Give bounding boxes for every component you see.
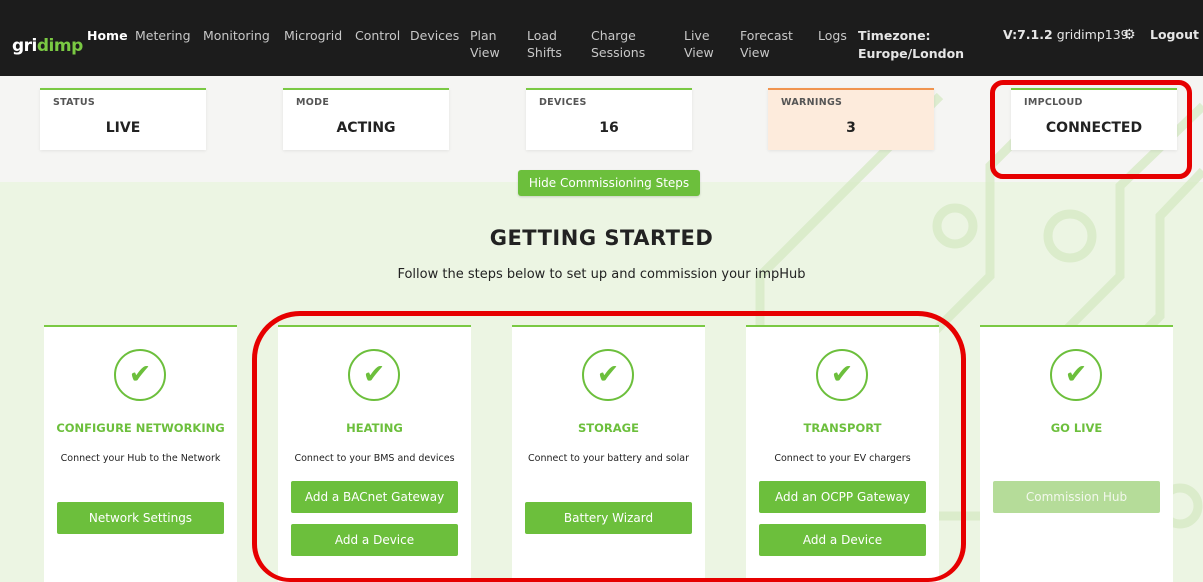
devices-card[interactable]: DEVICES 16 — [526, 88, 692, 150]
nav-devices[interactable]: Devices — [410, 27, 459, 44]
step-card-go-live: ✔ GO LIVE Commission Hub — [980, 325, 1173, 582]
nav-metering[interactable]: Metering — [135, 27, 191, 44]
username: gridimp139 — [1056, 27, 1129, 42]
step-title: CONFIGURE NETWORKING — [56, 421, 225, 435]
devices-label: DEVICES — [539, 97, 587, 108]
nav-home[interactable]: Home — [87, 27, 128, 44]
nav-microgrid[interactable]: Microgrid — [284, 27, 342, 44]
step-card-networking: ✔ CONFIGURE NETWORKING Connect your Hub … — [44, 325, 237, 582]
nav-logs[interactable]: Logs — [818, 27, 847, 44]
gridimp-logo[interactable]: gridimp — [12, 36, 83, 56]
nav-live-view[interactable]: Live View — [684, 27, 720, 61]
steps-highlight-outline — [252, 311, 966, 582]
timezone-display: Timezone: Europe/London — [858, 27, 964, 63]
warnings-card[interactable]: WARNINGS 3 — [768, 88, 934, 150]
nav-control[interactable]: Control — [355, 27, 400, 44]
mode-card: MODE ACTING — [283, 88, 449, 150]
nav-monitoring[interactable]: Monitoring — [203, 27, 270, 44]
top-navbar: gridimp Home Metering Monitoring Microgr… — [0, 0, 1203, 76]
status-label: STATUS — [53, 97, 96, 108]
status-card: STATUS LIVE — [40, 88, 206, 150]
status-value: LIVE — [105, 120, 141, 136]
warnings-label: WARNINGS — [781, 97, 843, 108]
timezone-label: Timezone: — [858, 28, 931, 43]
warnings-count: 3 — [846, 120, 856, 136]
version-label: V:7.1.2 — [1003, 27, 1053, 42]
check-circle-icon: ✔ — [1050, 349, 1102, 401]
check-circle-icon: ✔ — [114, 349, 166, 401]
nav-load-shifts[interactable]: Load Shifts — [527, 27, 569, 61]
hide-commissioning-button[interactable]: Hide Commissioning Steps — [518, 170, 700, 196]
nav-forecast-view[interactable]: Forecast View — [740, 27, 800, 61]
getting-started-title: GETTING STARTED — [489, 226, 714, 250]
logout-button[interactable]: Logout — [1150, 27, 1199, 42]
timezone-value: Europe/London — [858, 46, 965, 61]
mode-label: MODE — [296, 97, 330, 108]
mode-value: ACTING — [336, 120, 396, 136]
network-settings-button[interactable]: Network Settings — [57, 502, 224, 534]
gear-icon[interactable]: ⚙ — [1123, 27, 1136, 43]
step-description: Connect your Hub to the Network — [60, 453, 221, 464]
nav-charge-sessions[interactable]: Charge Sessions — [591, 27, 649, 61]
getting-started-subtitle: Follow the steps below to set up and com… — [397, 267, 806, 282]
devices-count: 16 — [599, 120, 619, 136]
commission-hub-button[interactable]: Commission Hub — [993, 481, 1160, 513]
impcloud-highlight-outline — [990, 80, 1192, 179]
nav-plan-view[interactable]: Plan View — [470, 27, 510, 61]
step-title: GO LIVE — [1050, 421, 1103, 435]
version-user: V:7.1.2 gridimp139 — [1003, 27, 1129, 42]
